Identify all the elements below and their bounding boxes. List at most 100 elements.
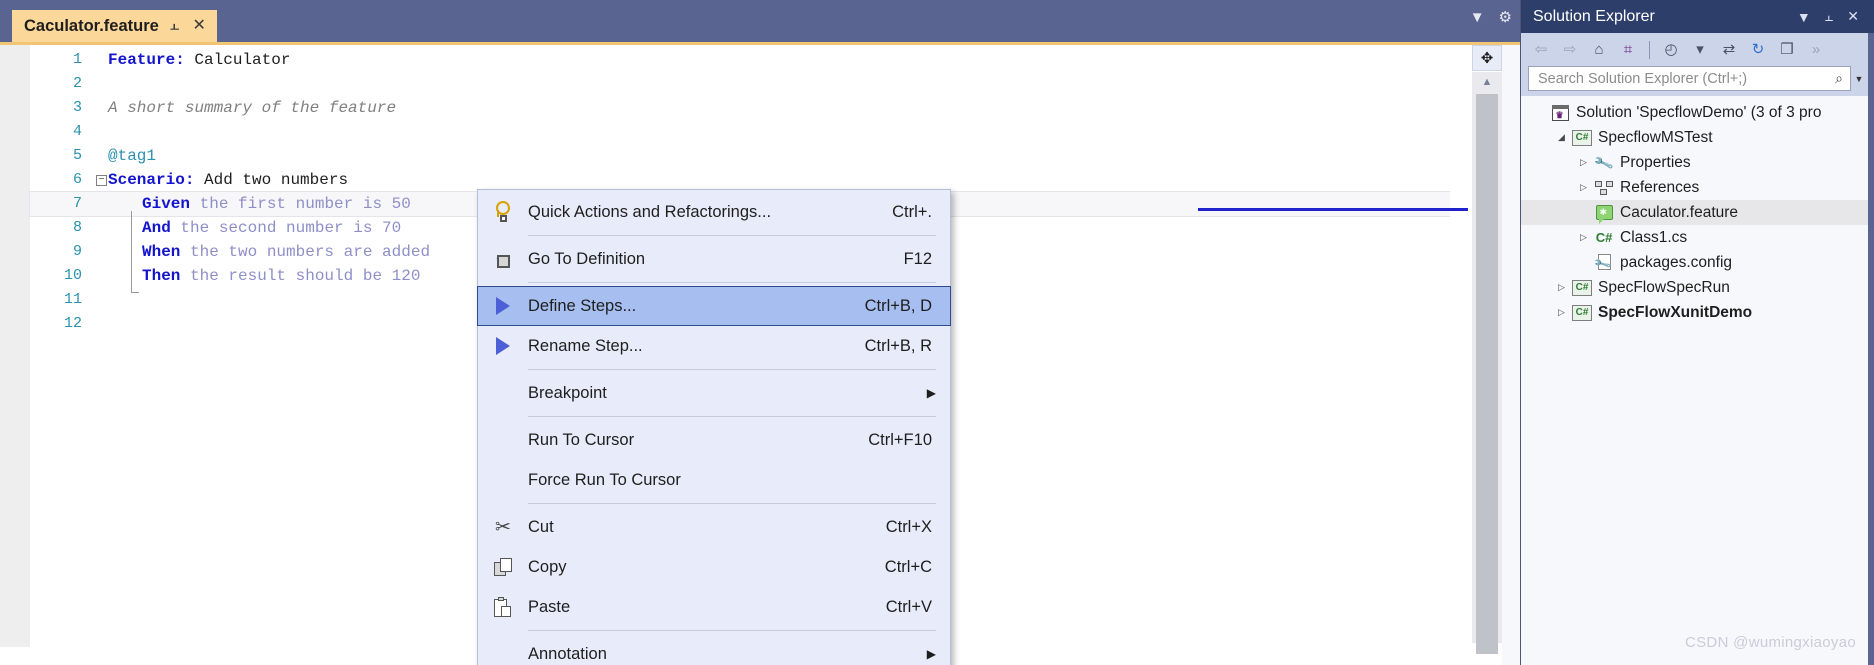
- search-icon[interactable]: ⌕: [1832, 70, 1846, 87]
- gear-icon[interactable]: ⚙: [1499, 10, 1512, 25]
- code-token: And: [142, 219, 171, 237]
- solution-explorer-title: Solution Explorer: [1533, 7, 1655, 25]
- tree-item-label: SpecFlowXunitDemo: [1598, 303, 1753, 321]
- menu-item-paste[interactable]: Paste Ctrl+V: [478, 587, 950, 627]
- code-token: the second number is 70: [170, 219, 402, 237]
- chevron-down-icon[interactable]: ▼: [1790, 9, 1818, 25]
- code-token: Calculator: [184, 51, 291, 69]
- caret-position-marker: [1198, 208, 1468, 211]
- menu-icon-empty: [478, 634, 528, 665]
- collapse-all-icon[interactable]: ❒: [1774, 38, 1800, 62]
- menu-item-run-to-cursor[interactable]: Run To Cursor Ctrl+F10: [478, 420, 950, 460]
- refresh-icon[interactable]: ↻: [1745, 38, 1771, 62]
- tree-item[interactable]: ▷ 🔧 Properties: [1521, 150, 1874, 175]
- forward-icon[interactable]: ⇨: [1557, 38, 1583, 62]
- sync-with-document-icon[interactable]: ⌗: [1615, 38, 1641, 62]
- search-options-dropdown-icon[interactable]: ▼: [1851, 66, 1867, 91]
- menu-separator: [528, 630, 936, 631]
- editor-context-menu[interactable]: Quick Actions and Refactorings... Ctrl+. →…: [477, 189, 951, 665]
- code-token: Feature:: [108, 51, 185, 69]
- search-input[interactable]: [1536, 69, 1833, 88]
- document-tab-strip: Caculator.feature ⫠ ✕ ▼ ⚙: [0, 0, 1520, 42]
- overflow-icon[interactable]: »: [1803, 38, 1829, 62]
- tree-item[interactable]: ▷ C# SpecFlowSpecRun: [1521, 275, 1874, 300]
- expander-icon[interactable]: ▷: [1575, 157, 1592, 168]
- menu-item-define-steps[interactable]: Define Steps... Ctrl+B, D: [477, 286, 951, 326]
- tree-item[interactable]: ◢ C# SpecflowMSTest: [1521, 125, 1874, 150]
- code-line-text: Then the result should be 120: [142, 264, 420, 288]
- code-line[interactable]: 1 Feature: Calculator: [30, 48, 1450, 72]
- menu-separator: [528, 282, 936, 283]
- code-line[interactable]: 5 @tag1: [30, 144, 1450, 168]
- menu-item-copy[interactable]: Copy Ctrl+C: [478, 547, 950, 587]
- back-icon[interactable]: ⇦: [1528, 38, 1554, 62]
- tree-item-label: Caculator.feature: [1620, 203, 1739, 221]
- menu-item-label: Force Run To Cursor: [528, 470, 681, 489]
- line-number: 7: [72, 195, 82, 212]
- code-token: Add two numbers: [194, 171, 349, 189]
- menu-item-breakpoint[interactable]: Breakpoint ▶: [478, 373, 950, 413]
- tree-item[interactable]: ▷ C# SpecFlowXunitDemo: [1521, 300, 1874, 325]
- menu-icon-empty: [478, 420, 528, 460]
- csharp-project-icon: C#: [1570, 279, 1594, 296]
- menu-item-label: Go To Definition: [528, 249, 646, 268]
- fold-toggle-icon[interactable]: −: [96, 174, 107, 186]
- expander-icon[interactable]: ▷: [1553, 282, 1570, 293]
- code-token: the first number is 50: [190, 195, 411, 213]
- line-number: 4: [72, 123, 82, 140]
- tree-item-label: References: [1620, 178, 1700, 196]
- menu-item-annotation[interactable]: Annotation ▶: [478, 634, 950, 665]
- chevron-down-icon[interactable]: ▼: [1470, 10, 1485, 25]
- menu-item-cut[interactable]: ✂ Cut Ctrl+X: [478, 507, 950, 547]
- document-tab-label: Caculator.feature: [24, 16, 159, 35]
- code-line[interactable]: 4: [30, 120, 1450, 144]
- line-number: 11: [63, 291, 82, 308]
- pending-changes-filter-icon[interactable]: ◴: [1658, 38, 1684, 62]
- tree-item[interactable]: ♛ Solution 'SpecflowDemo' (3 of 3 pro: [1521, 100, 1874, 125]
- pin-icon[interactable]: ⫠: [168, 18, 182, 34]
- csharp-project-icon: C#: [1570, 129, 1594, 146]
- code-token: the two numbers are added: [180, 243, 431, 261]
- line-number: 8: [72, 219, 82, 236]
- expander-icon[interactable]: ▷: [1575, 182, 1592, 193]
- visual-studio-window: Caculator.feature ⫠ ✕ ▼ ⚙ 1 Feature: Calc…: [0, 0, 1874, 665]
- menu-item-quick-actions-and-refactorings[interactable]: Quick Actions and Refactorings... Ctrl+.: [478, 192, 950, 232]
- tree-item[interactable]: ▷ References: [1521, 175, 1874, 200]
- expander-icon[interactable]: ▷: [1575, 232, 1592, 243]
- code-token: When: [142, 243, 181, 261]
- menu-item-label: Copy: [528, 557, 567, 576]
- scroll-up-icon[interactable]: ▲: [1472, 72, 1502, 92]
- menu-item-rename-step[interactable]: Rename Step... Ctrl+B, R: [478, 326, 950, 366]
- editor-vertical-scrollbar[interactable]: ▲: [1472, 72, 1502, 654]
- code-line[interactable]: 2: [30, 72, 1450, 96]
- code-line[interactable]: 3 A short summary of the feature: [30, 96, 1450, 120]
- expander-icon[interactable]: ▷: [1553, 307, 1570, 318]
- tree-item[interactable]: ✱ Caculator.feature: [1521, 200, 1874, 225]
- show-all-files-icon[interactable]: ⇄: [1716, 38, 1742, 62]
- menu-item-go-to-definition[interactable]: →Go To Definition F12: [478, 239, 950, 279]
- line-number: 5: [72, 147, 82, 164]
- menu-item-shortcut: Ctrl+X: [885, 517, 932, 536]
- home-icon[interactable]: ⌂: [1586, 38, 1612, 62]
- line-number: 9: [72, 243, 82, 260]
- filter-dropdown-icon[interactable]: ▾: [1687, 38, 1713, 62]
- line-number: 10: [63, 267, 82, 284]
- split-view-icon[interactable]: ✥: [1472, 45, 1502, 71]
- close-icon[interactable]: ✕: [191, 18, 208, 34]
- search-field[interactable]: ⌕: [1528, 66, 1851, 91]
- line-number: 3: [72, 99, 82, 116]
- tree-item[interactable]: ▷ C# Class1.cs: [1521, 225, 1874, 250]
- close-icon[interactable]: ✕: [1840, 8, 1866, 25]
- expander-icon[interactable]: ◢: [1553, 132, 1570, 143]
- watermark: CSDN @wumingxiaoyao: [1685, 634, 1856, 651]
- document-tab-caculator-feature[interactable]: Caculator.feature ⫠ ✕: [12, 10, 217, 42]
- solution-tree[interactable]: ♛ Solution 'SpecflowDemo' (3 of 3 pro ◢ C# S…: [1521, 96, 1874, 665]
- menu-item-label: Define Steps...: [528, 296, 637, 315]
- menu-item-shortcut: F12: [903, 249, 932, 268]
- tree-item[interactable]: 🔧 packages.config: [1521, 250, 1874, 275]
- code-token: the result should be 120: [180, 267, 421, 285]
- menu-item-force-run-to-cursor[interactable]: Force Run To Cursor: [478, 460, 950, 500]
- scrollbar-thumb[interactable]: [1476, 94, 1498, 654]
- code-line-text: A short summary of the feature: [108, 96, 396, 120]
- pin-icon[interactable]: ⫠: [1818, 8, 1840, 25]
